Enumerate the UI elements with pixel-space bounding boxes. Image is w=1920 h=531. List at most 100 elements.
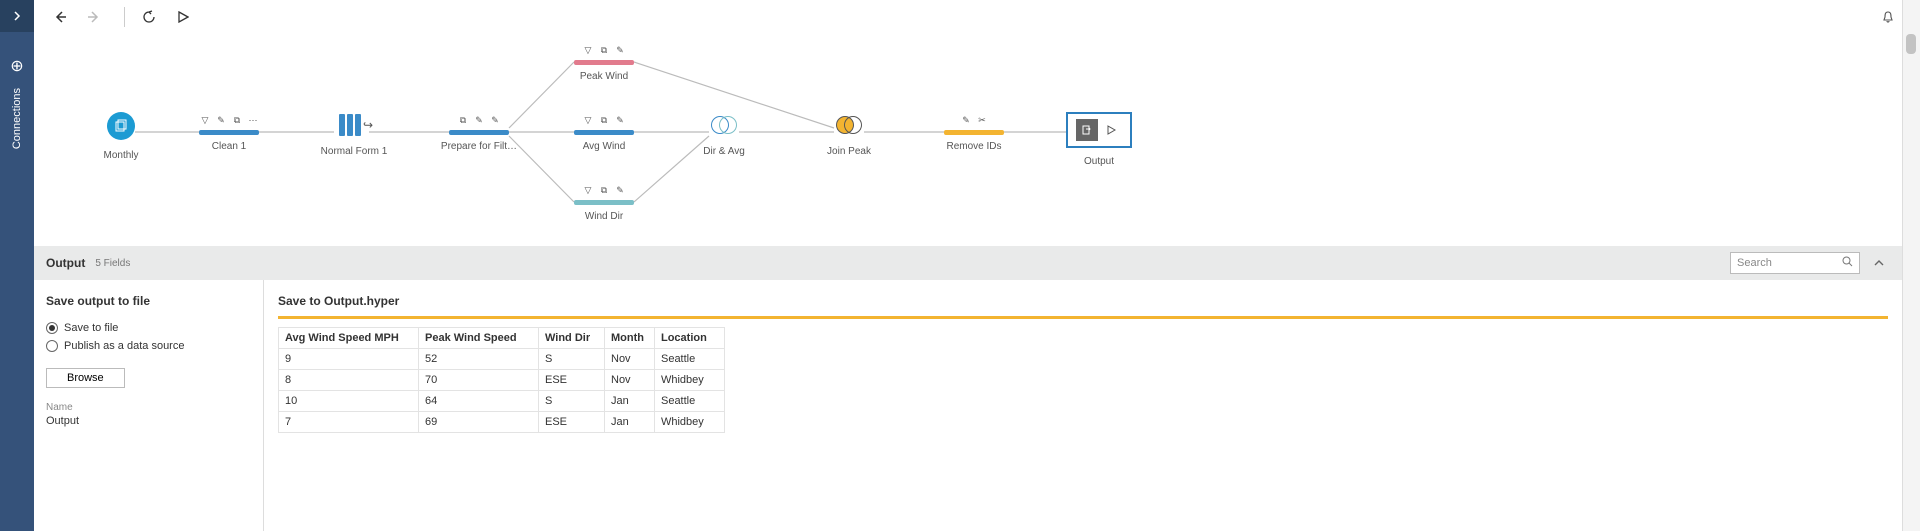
node-label: Dir & Avg <box>679 146 769 157</box>
run-flow-button[interactable] <box>169 3 197 31</box>
forward-button[interactable] <box>80 3 108 31</box>
datasource-icon <box>107 112 135 140</box>
node-label: Monthly <box>76 150 166 161</box>
more-icon: ⋯ <box>247 114 259 126</box>
node-peak-wind[interactable]: ▽ ⧉ ✎ Peak Wind <box>559 44 649 82</box>
node-avg-wind[interactable]: ▽ ⧉ ✎ Avg Wind <box>559 114 649 152</box>
node-output[interactable]: Output <box>1054 112 1144 167</box>
remove-icon: ✂ <box>976 114 988 126</box>
node-normal-form[interactable]: ↪ Normal Form 1 <box>309 114 399 157</box>
save-to-file-label: Save to file <box>64 322 118 334</box>
node-wind-dir[interactable]: ▽ ⧉ ✎ Wind Dir <box>559 184 649 222</box>
group-icon: ⧉ <box>598 114 610 126</box>
column-header[interactable]: Wind Dir <box>539 328 605 349</box>
table-row: 769ESEJanWhidbey <box>279 412 725 433</box>
publish-radio[interactable]: Publish as a data source <box>46 340 251 352</box>
clean-step-bar <box>574 60 634 65</box>
flow-canvas[interactable]: Monthly ▽ ✎ ⧉ ⋯ Clean 1 ↪ Normal Form 1 … <box>34 34 1902 246</box>
connections-sidebar: ⊕ Connections <box>0 0 34 531</box>
table-cell: 10 <box>279 391 419 412</box>
output-panel-header: Output 5 Fields Search <box>34 246 1902 280</box>
node-join-dir-avg[interactable]: Dir & Avg <box>679 114 769 157</box>
clean-step-bar <box>199 130 259 135</box>
node-label: Join Peak <box>804 146 894 157</box>
add-connection-button[interactable]: ⊕ <box>10 56 23 76</box>
node-label: Prepare for Filt… <box>434 141 524 152</box>
table-cell: Jan <box>605 412 655 433</box>
save-to-file-radio[interactable]: Save to file <box>46 322 251 334</box>
table-cell: Seattle <box>654 391 724 412</box>
calc-icon: ✎ <box>489 114 501 126</box>
column-header[interactable]: Location <box>654 328 724 349</box>
toolbar <box>34 0 1920 34</box>
table-cell: 7 <box>279 412 419 433</box>
save-target-label: Save to Output.hyper <box>278 294 1888 308</box>
table-cell: Jan <box>605 391 655 412</box>
node-prepare[interactable]: ⧉ ✎ ✎ Prepare for Filt… <box>434 114 524 152</box>
rename-icon: ✎ <box>960 114 972 126</box>
group-icon: ⧉ <box>598 44 610 56</box>
node-label: Peak Wind <box>559 71 649 82</box>
node-clean1[interactable]: ▽ ✎ ⧉ ⋯ Clean 1 <box>184 114 274 152</box>
table-cell: 9 <box>279 349 419 370</box>
table-cell: 8 <box>279 370 419 391</box>
clean-step-bar <box>574 200 634 205</box>
refresh-button[interactable] <box>135 3 163 31</box>
node-label: Wind Dir <box>559 211 649 222</box>
table-cell: Seattle <box>654 349 724 370</box>
table-row: 1064SJanSeattle <box>279 391 725 412</box>
column-header[interactable]: Peak Wind Speed <box>419 328 539 349</box>
search-placeholder: Search <box>1737 257 1772 269</box>
filter-icon: ▽ <box>582 44 594 56</box>
table-row: 952SNovSeattle <box>279 349 725 370</box>
table-cell: S <box>539 391 605 412</box>
table-cell: 64 <box>419 391 539 412</box>
field-count: 5 Fields <box>95 258 130 269</box>
table-cell: Whidbey <box>654 370 724 391</box>
save-heading: Save output to file <box>46 294 251 308</box>
radio-icon <box>46 340 58 352</box>
clean-step-bar <box>944 130 1004 135</box>
node-label: Output <box>1054 156 1144 167</box>
search-input[interactable]: Search <box>1730 252 1860 274</box>
column-header[interactable]: Avg Wind Speed MPH <box>279 328 419 349</box>
join-icon <box>709 114 739 136</box>
toolbar-separator <box>124 7 125 27</box>
scrollbar-thumb[interactable] <box>1906 34 1916 54</box>
right-scrollbar[interactable] <box>1902 0 1920 531</box>
search-icon <box>1842 256 1853 270</box>
node-join-peak[interactable]: Join Peak <box>804 114 894 157</box>
table-cell: S <box>539 349 605 370</box>
filter-icon: ▽ <box>582 184 594 196</box>
table-cell: ESE <box>539 370 605 391</box>
expand-panel-button[interactable] <box>1868 252 1890 274</box>
rename-icon: ✎ <box>614 184 626 196</box>
rename-icon: ✎ <box>614 44 626 56</box>
node-monthly[interactable]: Monthly <box>76 112 166 161</box>
clean-step-bar <box>574 130 634 135</box>
filter-icon: ▽ <box>199 114 211 126</box>
table-cell: Nov <box>605 370 655 391</box>
sidebar-expand-button[interactable] <box>0 0 34 32</box>
rename-icon: ✎ <box>215 114 227 126</box>
node-remove-ids[interactable]: ✎ ✂ Remove IDs <box>929 114 1019 152</box>
output-title: Output <box>46 256 85 270</box>
back-button[interactable] <box>46 3 74 31</box>
browse-button[interactable]: Browse <box>46 368 125 388</box>
publish-label: Publish as a data source <box>64 340 184 352</box>
preview-table: Avg Wind Speed MPHPeak Wind SpeedWind Di… <box>278 327 725 433</box>
group-icon: ⧉ <box>598 184 610 196</box>
output-extract-icon <box>1076 119 1098 141</box>
node-label: Remove IDs <box>929 141 1019 152</box>
sidebar-label: Connections <box>11 88 23 149</box>
rename-icon: ✎ <box>473 114 485 126</box>
run-output-button[interactable] <box>1100 119 1122 141</box>
group-icon: ⧉ <box>457 114 469 126</box>
table-cell: ESE <box>539 412 605 433</box>
notifications-button[interactable] <box>1874 3 1902 31</box>
join-icon <box>834 114 864 136</box>
node-label: Clean 1 <box>184 141 274 152</box>
column-header[interactable]: Month <box>605 328 655 349</box>
group-icon: ⧉ <box>231 114 243 126</box>
table-cell: 52 <box>419 349 539 370</box>
